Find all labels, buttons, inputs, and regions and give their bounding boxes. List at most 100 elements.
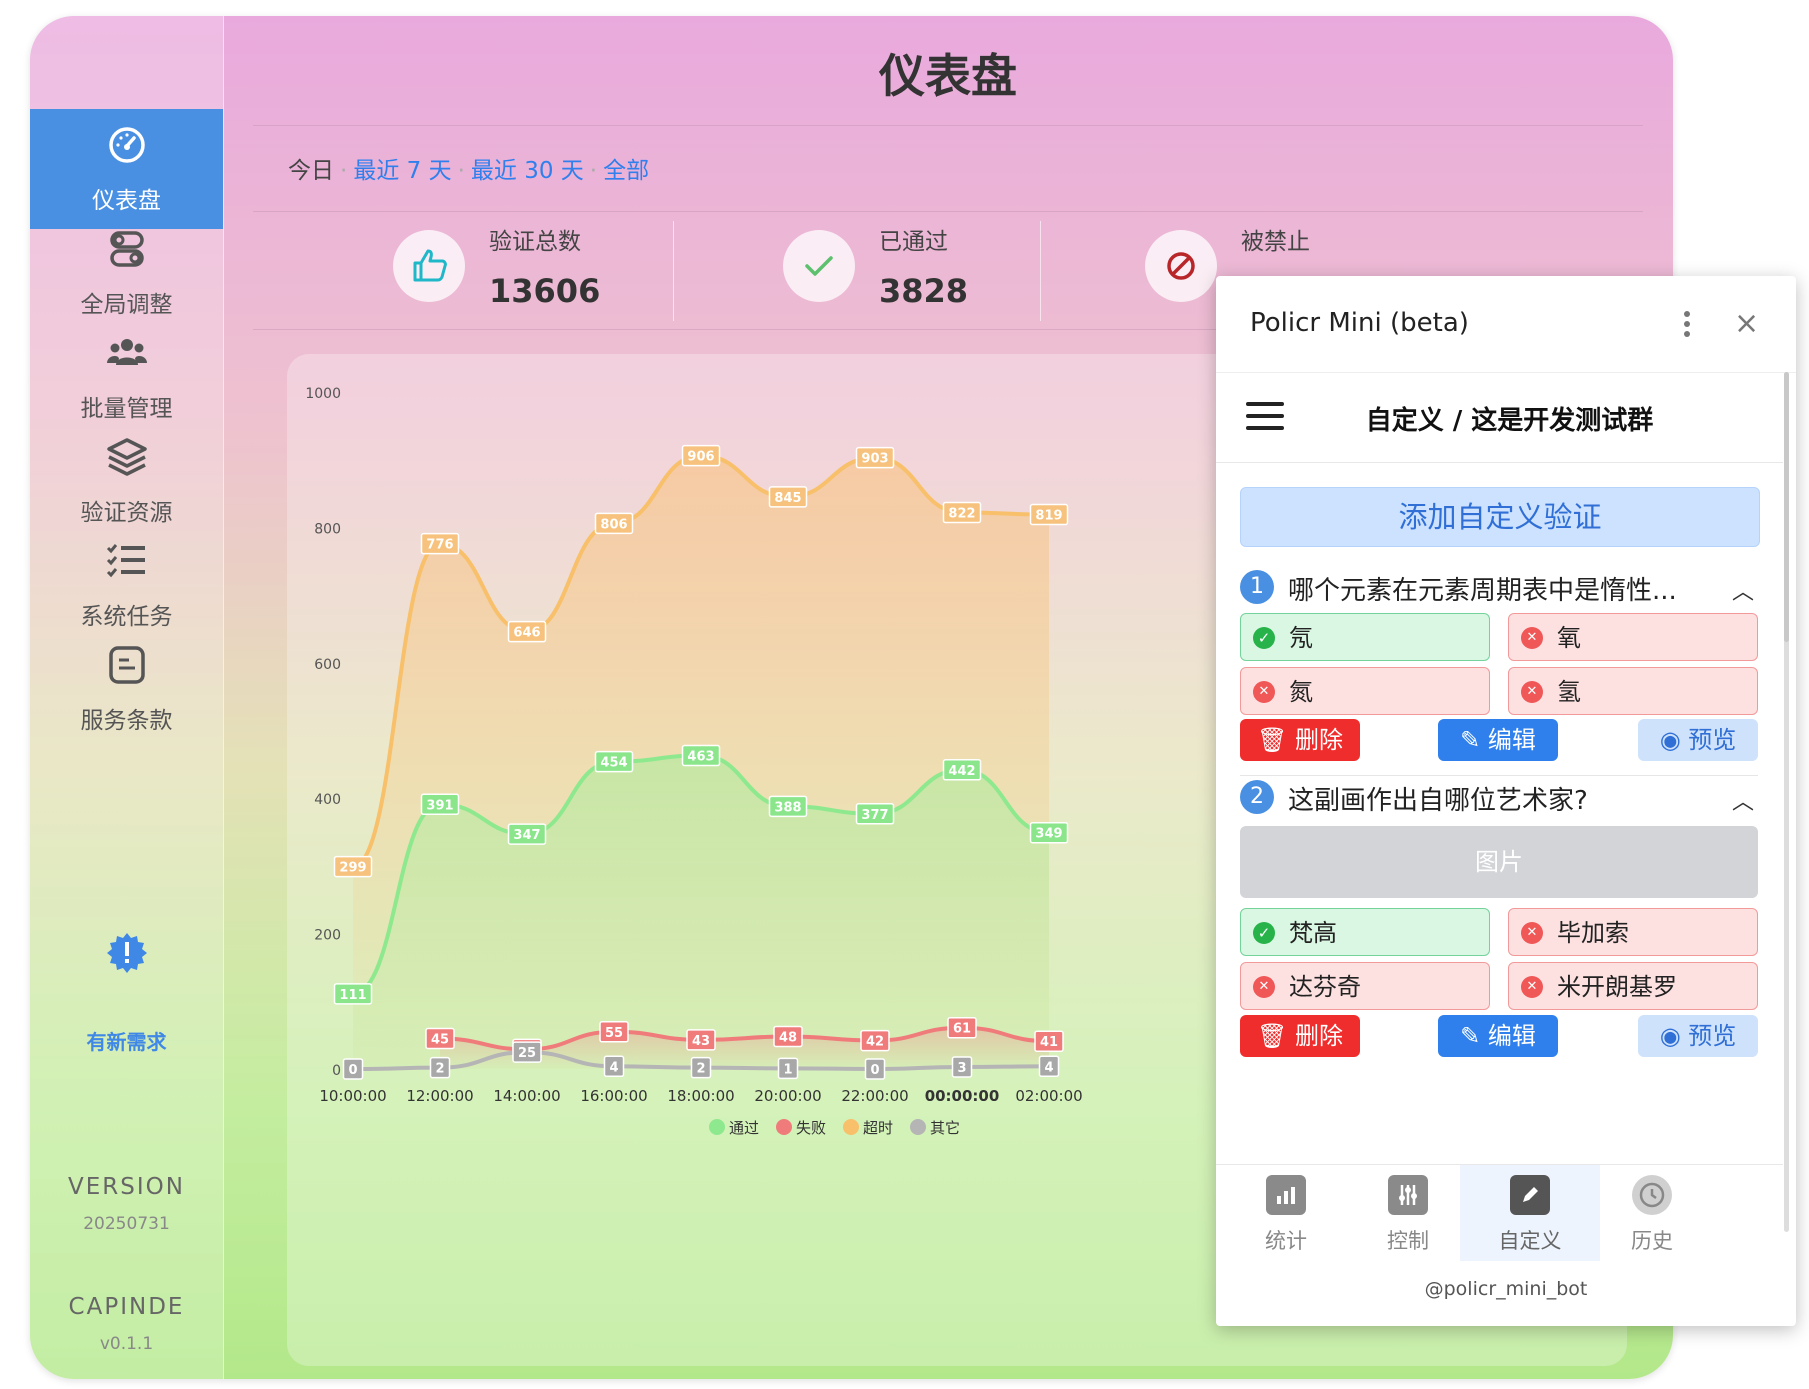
x-tick-label: 16:00:00 xyxy=(580,1087,647,1105)
data-label: 806 xyxy=(600,517,627,532)
close-icon[interactable]: × xyxy=(1734,306,1759,341)
stat-divider xyxy=(673,221,674,321)
checkmark-icon xyxy=(783,230,855,302)
layers-icon xyxy=(106,438,147,476)
bottom-tab-bar: 统计 控制 自定义 历史 xyxy=(1216,1164,1783,1261)
toggles-icon xyxy=(109,231,144,267)
history-icon xyxy=(1632,1175,1672,1215)
preview-button[interactable]: ◉ 预览 xyxy=(1638,1015,1758,1057)
chevron-up-icon[interactable]: ︿ xyxy=(1732,784,1754,816)
x-tick-label: 20:00:00 xyxy=(754,1087,821,1105)
data-label: 377 xyxy=(861,808,888,823)
scrollbar[interactable] xyxy=(1784,372,1789,1232)
page-title: 仪表盘 xyxy=(879,49,1017,103)
data-label: 349 xyxy=(1035,827,1062,842)
option-wrong: ✕ 氧 xyxy=(1508,613,1758,661)
tab-stats[interactable]: 统计 xyxy=(1216,1165,1356,1261)
tab-control[interactable]: 控制 xyxy=(1338,1165,1478,1261)
data-label: 48 xyxy=(779,1031,797,1046)
option-text: 毕加索 xyxy=(1557,919,1629,947)
data-label: 646 xyxy=(513,626,540,641)
tab-label: 统计 xyxy=(1265,1229,1307,1253)
sidebar-item-global-settings[interactable]: 全局调整 xyxy=(30,213,223,333)
legend-label: 超时 xyxy=(863,1119,893,1137)
preview-button[interactable]: ◉ 预览 xyxy=(1638,719,1758,761)
bot-username: @policr_mini_bot xyxy=(1424,1278,1588,1300)
filter-today[interactable]: 今日 xyxy=(288,158,334,184)
tab-history[interactable]: 历史 xyxy=(1582,1165,1722,1261)
stat-value: 13606 xyxy=(489,272,601,310)
ban-icon xyxy=(1145,230,1217,302)
delete-label: 删除 xyxy=(1295,1022,1344,1050)
option-text: 达芬奇 xyxy=(1289,973,1361,1001)
data-label: 391 xyxy=(426,798,453,813)
filter-last-7-days[interactable]: 最近 7 天 xyxy=(353,158,451,184)
question-number: 2 xyxy=(1240,780,1274,814)
edit-icon: ✎ xyxy=(1460,1022,1488,1050)
data-label: 903 xyxy=(861,452,888,467)
popup-header: Policr Mini (beta) × xyxy=(1216,276,1796,373)
x-tick-label: 10:00:00 xyxy=(319,1087,386,1105)
filter-last-30-days[interactable]: 最近 30 天 xyxy=(471,158,584,184)
sidebar-item-batch-management[interactable]: 批量管理 xyxy=(30,317,223,437)
date-filter-bar: 今日 · 最近 7 天 · 最近 30 天 · 全部 xyxy=(288,158,650,184)
data-label: 442 xyxy=(948,764,975,779)
x-circle-icon: ✕ xyxy=(1521,922,1543,944)
sidebar-item-system-tasks[interactable]: 系统任务 xyxy=(30,525,223,645)
x-tick-label: 02:00:00 xyxy=(1015,1087,1082,1105)
edit-label: 编辑 xyxy=(1487,726,1536,754)
delete-button[interactable]: 🗑 删除 xyxy=(1240,719,1360,761)
data-label: 1 xyxy=(783,1062,792,1077)
data-label: 347 xyxy=(513,828,540,843)
capinde-value: v0.1.1 xyxy=(99,1334,154,1354)
data-label: 41 xyxy=(1040,1035,1058,1050)
x-circle-icon: ✕ xyxy=(1253,976,1275,998)
data-label: 42 xyxy=(866,1035,884,1050)
edit-button[interactable]: ✎ 编辑 xyxy=(1438,1015,1558,1057)
dashboard-icon xyxy=(108,127,145,163)
edit-button[interactable]: ✎ 编辑 xyxy=(1438,719,1558,761)
edit-icon: ✎ xyxy=(1460,726,1488,754)
popup-title: Policr Mini (beta) xyxy=(1250,308,1469,338)
tab-custom[interactable]: 自定义 xyxy=(1460,1165,1600,1261)
question-text: 这副画作出自哪位艺术家? xyxy=(1288,786,1588,816)
eye-icon: ◉ xyxy=(1659,726,1689,754)
x-circle-icon: ✕ xyxy=(1521,976,1543,998)
y-tick-label: 400 xyxy=(314,792,341,808)
popup-toolbar: 自定义 / 这是开发测试群 xyxy=(1216,372,1783,463)
sidebar-item-terms-of-service[interactable]: 服务条款 xyxy=(30,629,223,749)
check-circle-icon: ✓ xyxy=(1253,922,1275,944)
question-text: 哪个元素在元素周期表中是惰性... xyxy=(1288,576,1677,606)
sliders-icon xyxy=(1388,1175,1428,1215)
sidebar-item-verification-resources[interactable]: 验证资源 xyxy=(30,421,223,541)
data-label: 2 xyxy=(435,1062,444,1077)
option-text: 氮 xyxy=(1289,678,1313,706)
x-tick-label: 18:00:00 xyxy=(667,1087,734,1105)
thumbs-up-icon xyxy=(393,230,465,302)
question-header[interactable]: 2 这副画作出自哪位艺术家? ︿ xyxy=(1240,776,1758,816)
version-label: VERSION xyxy=(68,1174,185,1200)
preview-label: 预览 xyxy=(1688,1022,1737,1050)
data-label: 25 xyxy=(518,1046,536,1061)
question-image-placeholder: 图片 xyxy=(1240,826,1758,898)
option-text: 氖 xyxy=(1289,624,1313,652)
version-value: 20250731 xyxy=(83,1214,170,1234)
data-label: 2 xyxy=(696,1062,705,1077)
delete-button[interactable]: 🗑 删除 xyxy=(1240,1015,1360,1057)
x-circle-icon: ✕ xyxy=(1521,681,1543,703)
option-wrong: ✕ 米开朗基罗 xyxy=(1508,962,1758,1010)
filter-all[interactable]: 全部 xyxy=(603,158,649,184)
data-label: 454 xyxy=(600,756,627,771)
more-options-icon[interactable] xyxy=(1672,304,1702,344)
sidebar-item-label: 验证资源 xyxy=(80,500,173,526)
data-label: 55 xyxy=(605,1026,623,1041)
add-custom-verification-button[interactable]: 添加自定义验证 xyxy=(1240,487,1760,547)
sidebar-item-dashboard[interactable]: 仪表盘 xyxy=(30,109,223,229)
question-header[interactable]: 1 哪个元素在元素周期表中是惰性... ︿ xyxy=(1240,566,1758,606)
chevron-up-icon[interactable]: ︿ xyxy=(1732,574,1754,606)
new-request-label[interactable]: 有新需求 xyxy=(30,1026,223,1055)
task-list-icon xyxy=(106,544,145,578)
new-request-badge[interactable] xyxy=(30,931,223,979)
option-wrong: ✕ 氮 xyxy=(1240,667,1490,715)
edit-icon xyxy=(1510,1175,1550,1215)
